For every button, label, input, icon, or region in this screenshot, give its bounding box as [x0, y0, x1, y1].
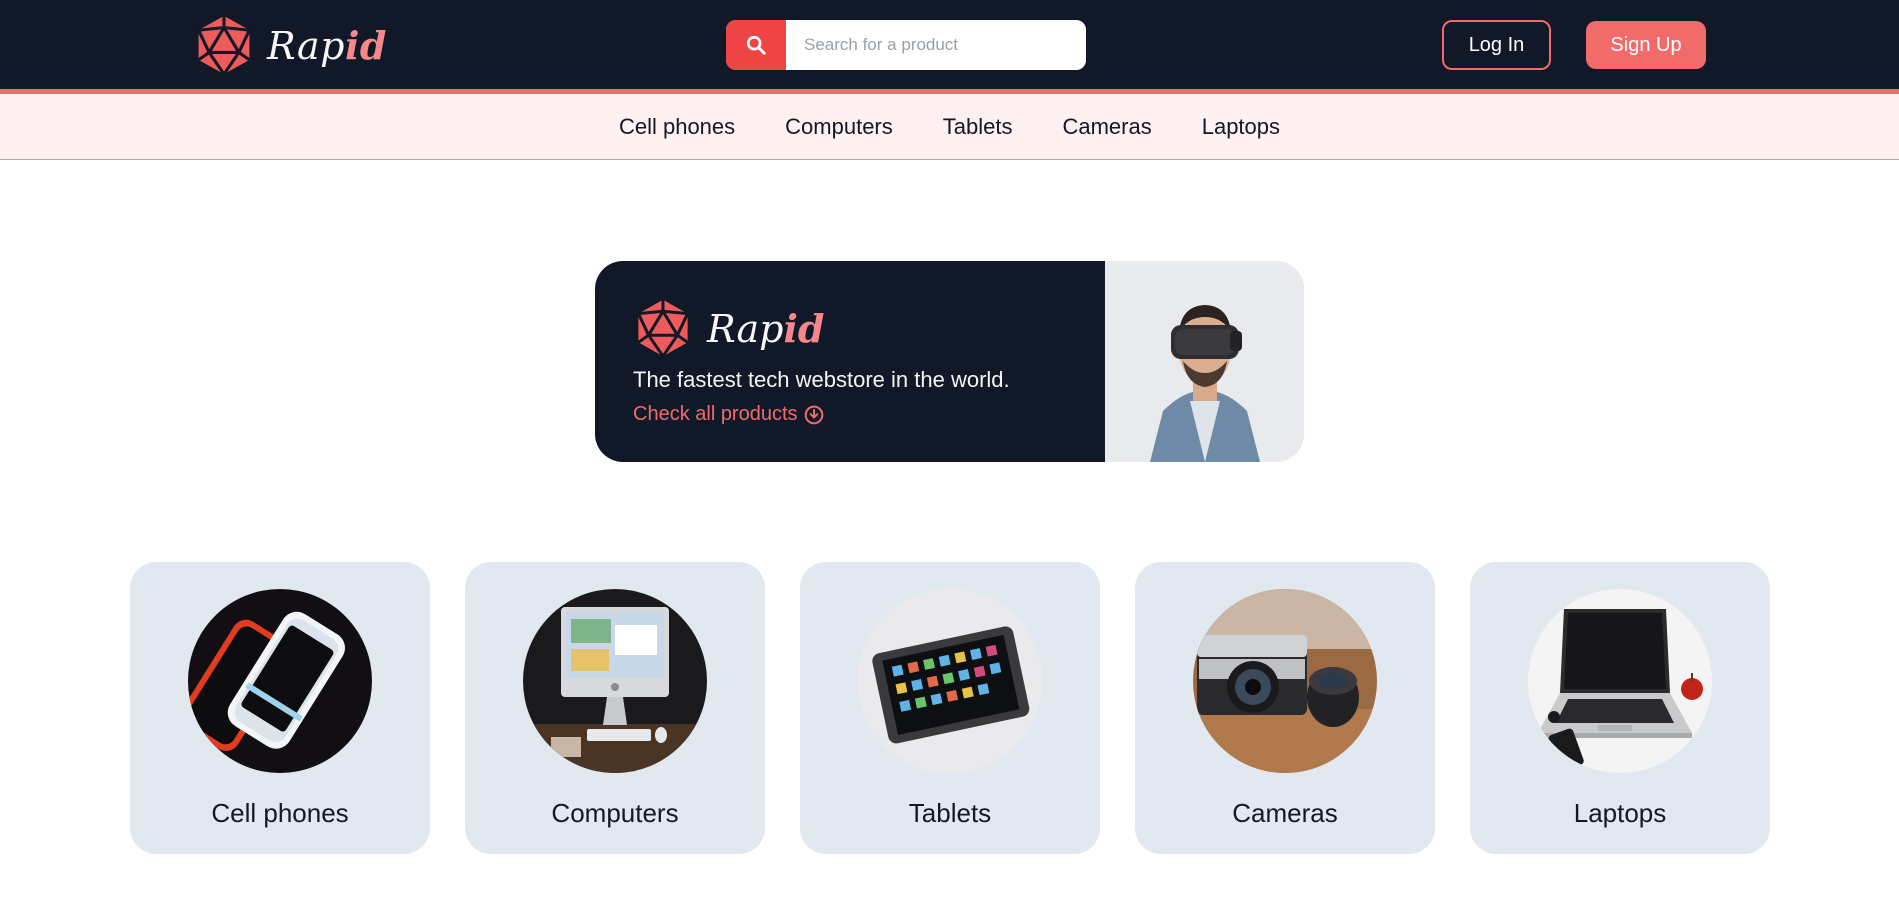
camera-image — [1193, 589, 1377, 773]
brand-name-accent: id — [344, 22, 387, 68]
hero-text-panel: Rapid The fastest tech webstore in the w… — [595, 261, 1105, 462]
computers-image — [523, 589, 707, 773]
signup-button[interactable]: Sign Up — [1586, 21, 1706, 69]
d20-logo-icon — [637, 299, 689, 358]
search-bar — [726, 20, 1086, 70]
search-input[interactable] — [786, 20, 1086, 70]
category-label: Computers — [551, 798, 679, 828]
nav-item-tablets[interactable]: Tablets — [918, 114, 1038, 140]
hero-tagline: The fastest tech webstore in the world. — [633, 367, 1010, 392]
cell-phones-image — [188, 589, 372, 773]
vr-headset-person-image — [1105, 261, 1304, 462]
hero-brand: Rapid — [633, 297, 1105, 359]
tablets-image — [858, 589, 1042, 773]
nav-item-cell-phones[interactable]: Cell phones — [594, 114, 760, 140]
brand-logo-link[interactable]: Rapid — [193, 12, 387, 78]
category-label: Cell phones — [211, 798, 349, 828]
hero-image-vr-man — [1105, 261, 1304, 462]
hero-brand-prefix: Rap — [707, 306, 784, 351]
category-card-cameras[interactable]: Cameras — [1135, 562, 1435, 854]
category-card-laptops[interactable]: Laptops — [1470, 562, 1770, 854]
circle-arrow-down-icon — [804, 405, 823, 424]
category-card-tablets[interactable]: Tablets — [800, 562, 1100, 854]
nav-item-laptops[interactable]: Laptops — [1177, 114, 1305, 140]
top-header: Rapid Log In Sign Up — [0, 0, 1899, 90]
category-nav: Cell phones Computers Tablets Cameras La… — [0, 94, 1899, 160]
hero-brand-name: Rapid — [707, 306, 824, 351]
d20-logo-icon — [197, 15, 251, 76]
nav-item-computers[interactable]: Computers — [760, 114, 918, 140]
category-cards: Cell phones Computers Tablets Cameras La… — [130, 562, 1770, 854]
category-label: Laptops — [1573, 798, 1667, 828]
laptop-image — [1528, 589, 1712, 773]
search-button[interactable] — [726, 20, 786, 70]
category-card-computers[interactable]: Computers — [465, 562, 765, 854]
cameras-image — [1193, 589, 1377, 773]
check-all-products-label: Check all products — [633, 403, 798, 425]
hero-brand-accent: id — [783, 305, 825, 351]
desktop-computer-image — [523, 589, 707, 773]
brand-name: Rapid — [267, 23, 387, 68]
category-card-cell-phones[interactable]: Cell phones — [130, 562, 430, 854]
hero-banner: Rapid The fastest tech webstore in the w… — [595, 261, 1304, 462]
login-button[interactable]: Log In — [1442, 20, 1551, 70]
category-label: Cameras — [1232, 798, 1338, 828]
nav-item-cameras[interactable]: Cameras — [1037, 114, 1176, 140]
laptops-image — [1528, 589, 1712, 773]
check-all-products-link[interactable]: Check all products — [633, 403, 824, 426]
category-label: Tablets — [908, 798, 992, 828]
search-icon — [746, 35, 766, 55]
smartphone-image — [188, 589, 372, 773]
tablet-image — [858, 589, 1042, 773]
brand-name-prefix: Rap — [267, 23, 345, 68]
